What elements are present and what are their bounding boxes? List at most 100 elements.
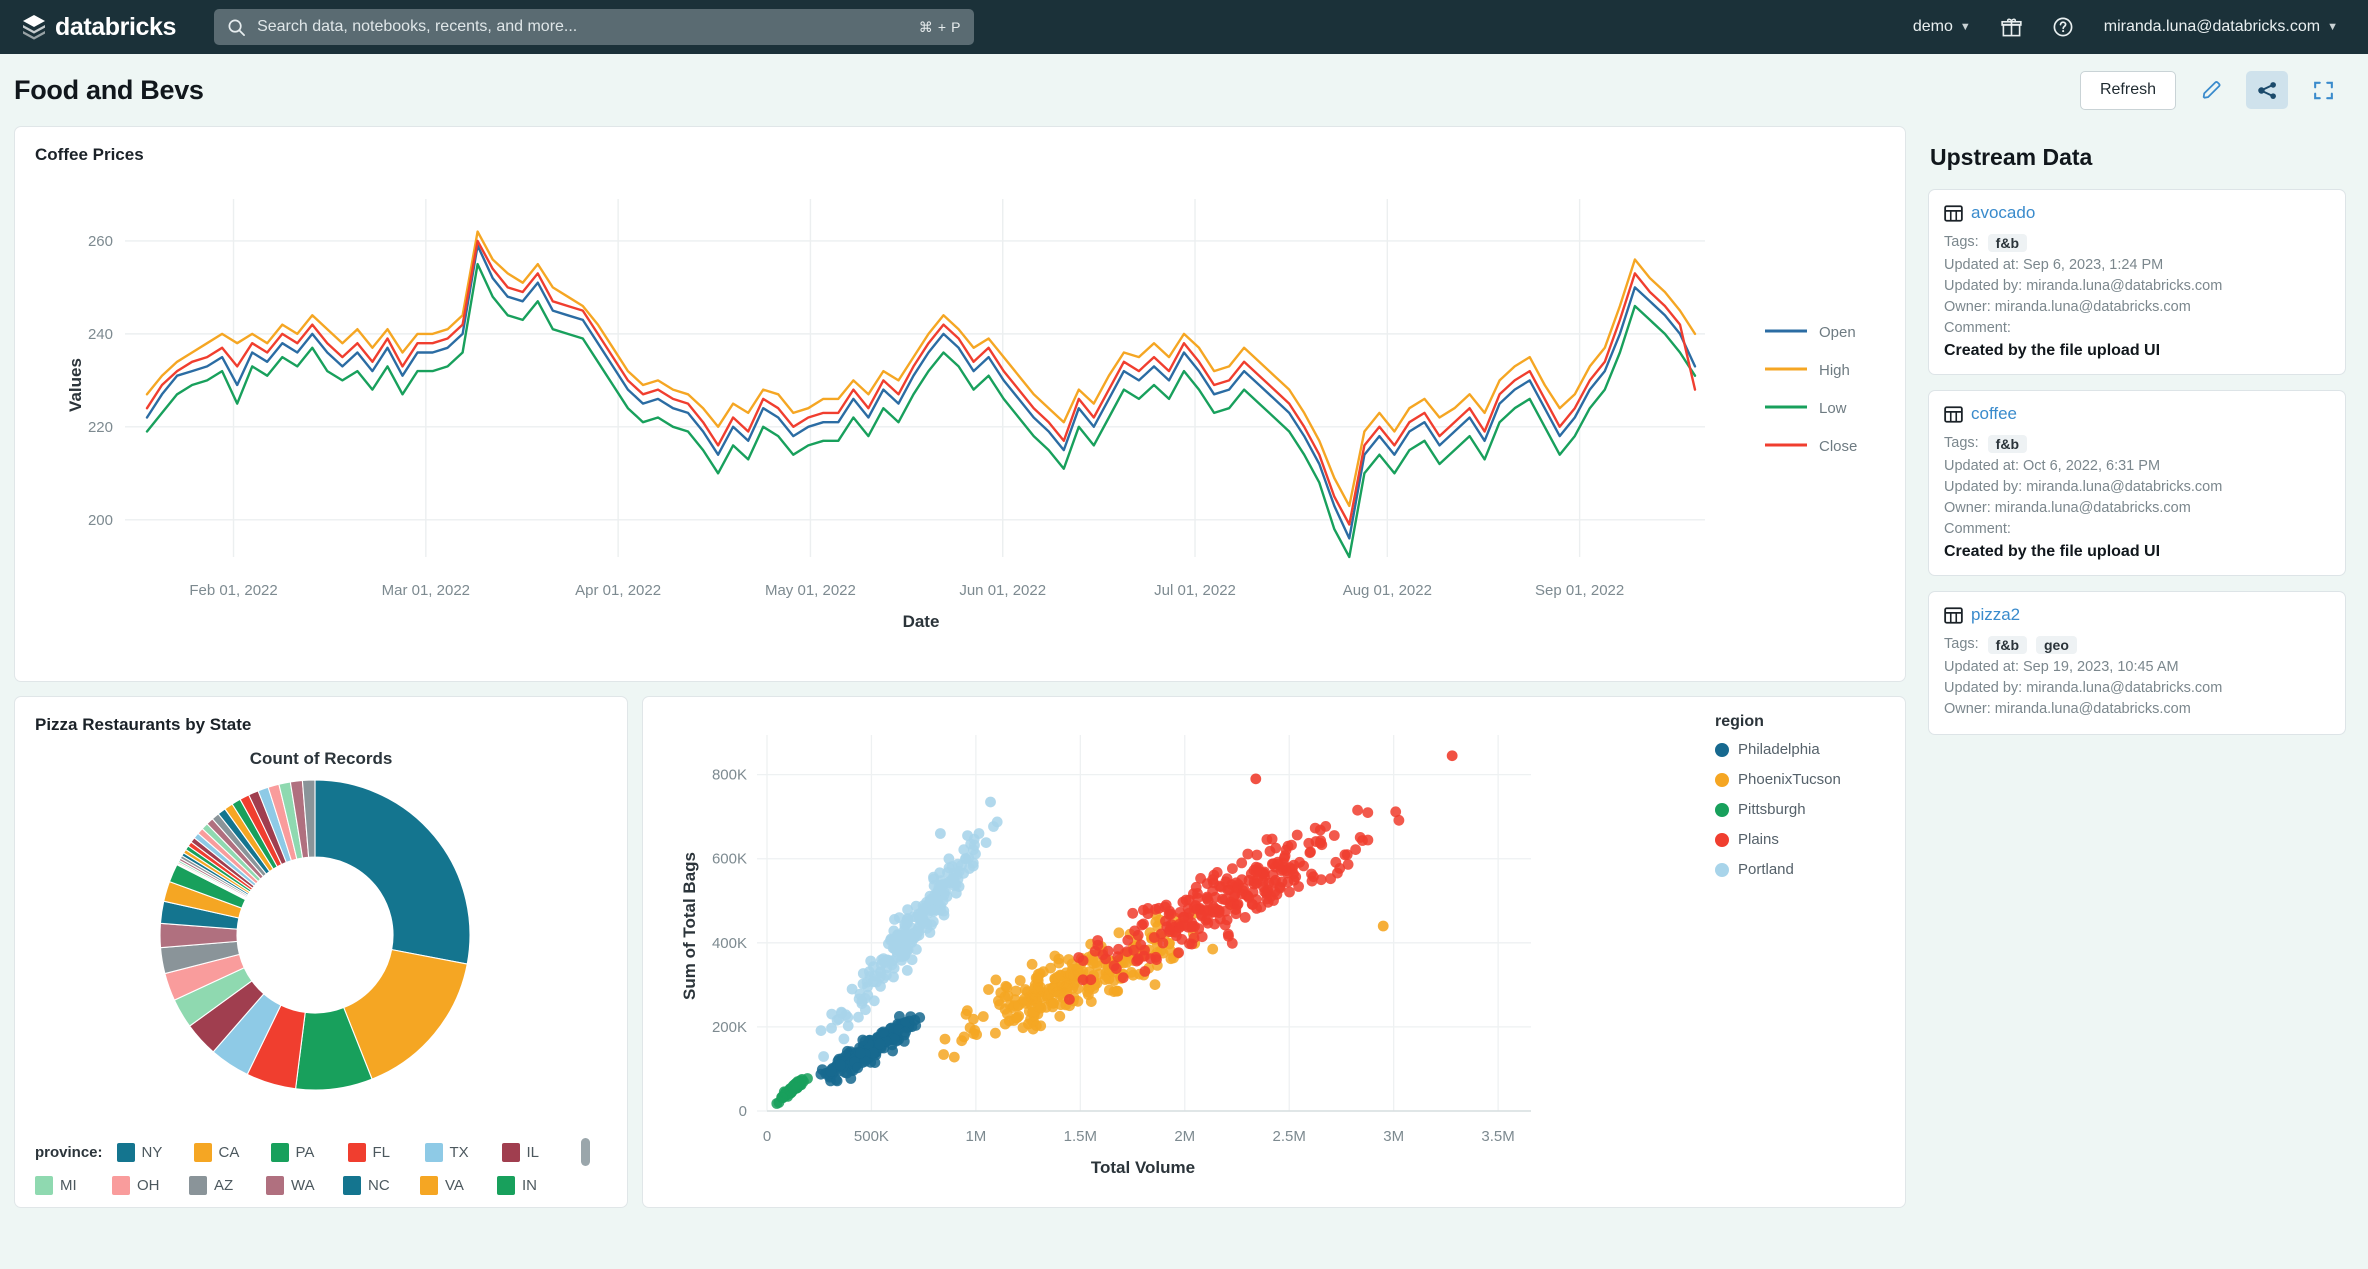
- dashboard-widgets-column: Coffee Prices 200220240260Feb 01, 2022Ma…: [0, 126, 1920, 1269]
- legend-dot: [1715, 863, 1729, 877]
- dataset-updated-at: Updated at: Oct 6, 2022, 6:31 PM: [1944, 456, 2330, 477]
- dataset-owner: Owner: miranda.luna@databricks.com: [1944, 297, 2330, 318]
- region-legend-item-pittsburgh[interactable]: Pittsburgh: [1715, 801, 1885, 818]
- databricks-mark-icon: [22, 14, 46, 40]
- tag-chip[interactable]: geo: [2036, 636, 2077, 654]
- tag-chip[interactable]: f&b: [1988, 435, 2027, 453]
- province-legend-item-ca[interactable]: CA: [194, 1143, 271, 1162]
- svg-text:Open: Open: [1819, 324, 1856, 341]
- coffee-prices-chart: 200220240260Feb 01, 2022Mar 01, 2022Apr …: [35, 165, 1885, 665]
- workspace-name: demo: [1913, 18, 1953, 36]
- svg-text:Feb 01, 2022: Feb 01, 2022: [189, 582, 277, 599]
- dataset-name-link[interactable]: pizza2: [1971, 605, 2020, 625]
- svg-text:Values: Values: [66, 358, 85, 412]
- province-legend-item-az[interactable]: AZ: [189, 1176, 266, 1195]
- dataset-tags: Tags: f&b geo: [1944, 634, 2330, 655]
- edit-button[interactable]: [2190, 71, 2232, 109]
- svg-text:Sep 01, 2022: Sep 01, 2022: [1535, 582, 1624, 599]
- legend-dot: [1715, 743, 1729, 757]
- legend-label: IN: [522, 1177, 537, 1194]
- share-button[interactable]: [2246, 71, 2288, 109]
- gift-icon: [2001, 17, 2022, 38]
- province-legend-item-ny[interactable]: NY: [117, 1143, 194, 1162]
- legend-swatch: [189, 1176, 207, 1195]
- legend-swatch: [35, 1176, 53, 1195]
- tags-label: Tags:: [1944, 634, 1979, 655]
- tag-chip[interactable]: f&b: [1988, 234, 2027, 252]
- svg-text:Jun 01, 2022: Jun 01, 2022: [959, 582, 1046, 599]
- fullscreen-button[interactable]: [2302, 71, 2344, 109]
- province-legend-item-mi[interactable]: MI: [35, 1176, 112, 1195]
- legend-swatch: [112, 1176, 130, 1195]
- legend-label: Portland: [1738, 861, 1794, 878]
- province-legend-item-fl[interactable]: FL: [348, 1143, 425, 1162]
- pizza-widget-title: Pizza Restaurants by State: [35, 715, 607, 735]
- region-legend-item-phoenixtucson[interactable]: PhoenixTucson: [1715, 771, 1885, 788]
- province-legend-label: province:: [35, 1144, 103, 1161]
- refresh-button[interactable]: Refresh: [2080, 71, 2176, 110]
- help-circle-icon: [2052, 16, 2074, 38]
- province-legend-item-pa[interactable]: PA: [271, 1143, 348, 1162]
- region-legend-item-philadelphia[interactable]: Philadelphia: [1715, 741, 1885, 758]
- whats-new-button[interactable]: [2001, 17, 2022, 38]
- databricks-logo[interactable]: databricks: [22, 13, 176, 42]
- dataset-owner: Owner: miranda.luna@databricks.com: [1944, 498, 2330, 519]
- dataset-name-link[interactable]: avocado: [1971, 203, 2035, 223]
- legend-swatch: [425, 1143, 443, 1162]
- province-legend-item-il[interactable]: IL: [502, 1143, 579, 1162]
- province-legend-item-va[interactable]: VA: [420, 1176, 497, 1195]
- legend-label: NC: [368, 1177, 390, 1194]
- svg-text:260: 260: [88, 233, 113, 250]
- svg-text:600K: 600K: [712, 851, 747, 868]
- legend-label: IL: [527, 1144, 540, 1161]
- svg-text:220: 220: [88, 419, 113, 436]
- coffee-prices-widget: Coffee Prices 200220240260Feb 01, 2022Ma…: [14, 126, 1906, 682]
- legend-label: MI: [60, 1177, 77, 1194]
- line-chart-svg: 200220240260Feb 01, 2022Mar 01, 2022Apr …: [35, 165, 1889, 665]
- legend-label: PA: [296, 1144, 315, 1161]
- tags-label: Tags:: [1944, 232, 1979, 253]
- svg-text:3.5M: 3.5M: [1481, 1128, 1514, 1145]
- donut-chart-title: Count of Records: [35, 749, 607, 769]
- province-legend-item-in[interactable]: IN: [497, 1176, 574, 1195]
- tag-chip[interactable]: f&b: [1988, 636, 2027, 654]
- user-account-menu[interactable]: miranda.luna@databricks.com ▼: [2104, 18, 2338, 36]
- upstream-data-panel: Upstream Data avocado Tags: f&b Updated at:…: [1920, 126, 2368, 1269]
- dataset-updated-by: Updated by: miranda.luna@databricks.com: [1944, 276, 2330, 297]
- user-email: miranda.luna@databricks.com: [2104, 18, 2320, 36]
- legend-label: TX: [450, 1144, 469, 1161]
- province-legend-item-wa[interactable]: WA: [266, 1176, 343, 1195]
- province-legend-item-tx[interactable]: TX: [425, 1143, 502, 1162]
- upstream-dataset-card[interactable]: avocado Tags: f&b Updated at: Sep 6, 2023, …: [1928, 189, 2346, 375]
- dataset-name-link[interactable]: coffee: [1971, 404, 2017, 424]
- province-legend-row-1: province: NYCA PA FL TX IL: [35, 1138, 611, 1166]
- help-button[interactable]: [2052, 16, 2074, 38]
- page-title: Food and Bevs: [14, 75, 204, 106]
- upstream-panel-title: Upstream Data: [1930, 144, 2346, 171]
- svg-text:May 01, 2022: May 01, 2022: [765, 582, 856, 599]
- province-legend-item-oh[interactable]: OH: [112, 1176, 189, 1195]
- svg-text:2.5M: 2.5M: [1273, 1128, 1306, 1145]
- legend-label: AZ: [214, 1177, 233, 1194]
- workspace-selector[interactable]: demo ▼: [1913, 18, 1971, 36]
- avocado-scatter-widget: 0200K400K600K800K0500K1M1.5M2M2.5M3M3.5M…: [642, 696, 1906, 1208]
- region-legend-item-plains[interactable]: Plains: [1715, 831, 1885, 848]
- search-shortcut-hint: ⌘ + P: [919, 19, 961, 36]
- expand-icon: [2311, 78, 2336, 103]
- region-legend-item-portland[interactable]: Portland: [1715, 861, 1885, 878]
- legend-scrollbar[interactable]: [581, 1138, 590, 1166]
- upstream-dataset-card[interactable]: pizza2Tags:f&bgeoUpdated at: Sep 19, 202…: [1928, 591, 2346, 735]
- search-input[interactable]: Search data, notebooks, recents, and mor…: [214, 9, 974, 45]
- upstream-dataset-card[interactable]: coffeeTags:f&bUpdated at: Oct 6, 2022, 6…: [1928, 390, 2346, 576]
- region-legend: region PhiladelphiaPhoenixTucsonPittsbur…: [1715, 713, 1885, 891]
- province-legend-item-nc[interactable]: NC: [343, 1176, 420, 1195]
- dataset-updated-at: Updated at: Sep 6, 2023, 1:24 PM: [1944, 255, 2330, 276]
- donut-chart-svg: [35, 773, 595, 1103]
- legend-label: PhoenixTucson: [1738, 771, 1841, 788]
- svg-text:1M: 1M: [965, 1128, 986, 1145]
- svg-text:400K: 400K: [712, 935, 747, 952]
- comment-label: Comment:: [1944, 519, 2330, 540]
- header-actions: Refresh: [2080, 71, 2352, 110]
- legend-swatch: [117, 1143, 135, 1162]
- legend-dot: [1715, 833, 1729, 847]
